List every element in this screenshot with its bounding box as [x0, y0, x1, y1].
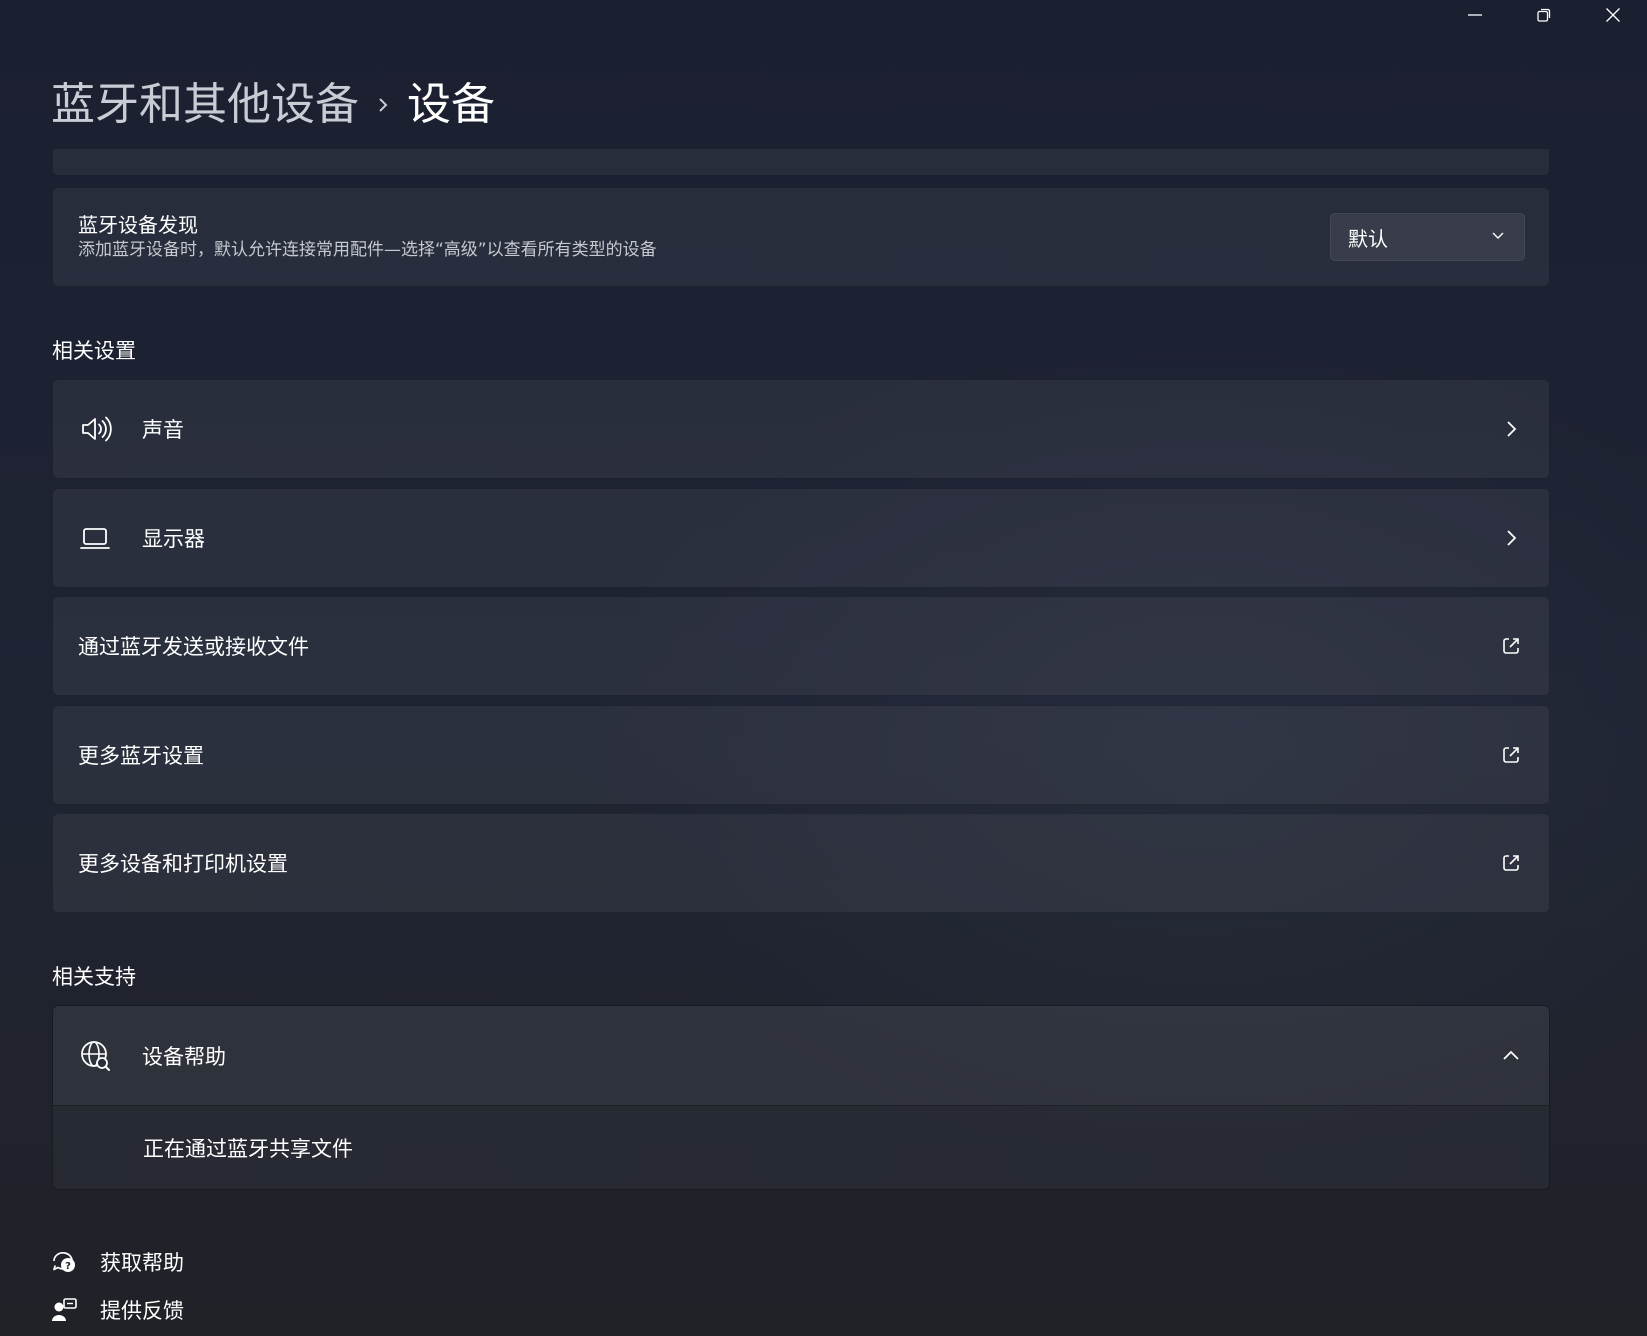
feedback-label: 提供反馈 — [100, 1299, 184, 1323]
devices-printers-settings-item[interactable]: 更多设备和打印机设置 — [52, 813, 1550, 913]
display-settings-item[interactable]: 显示器 — [52, 488, 1550, 588]
open-external-icon — [1497, 632, 1525, 660]
help-chat-icon: ? — [50, 1248, 78, 1276]
device-help-label: 设备帮助 — [142, 1044, 226, 1069]
help-link-bluetooth-sharing[interactable]: 正在通过蓝牙共享文件 — [143, 1133, 353, 1163]
settings-content[interactable]: 蓝牙设备发现 添加蓝牙设备时，默认允许连接常用配件—选择“高级”以查看所有类型的… — [52, 149, 1551, 1192]
more-bluetooth-settings-item[interactable]: 更多蓝牙设置 — [52, 705, 1550, 805]
open-external-icon — [1497, 741, 1525, 769]
bluetooth-file-transfer-label: 通过蓝牙发送或接收文件 — [78, 635, 309, 659]
sound-settings-item[interactable]: 声音 — [52, 379, 1550, 479]
laptop-icon — [78, 521, 112, 555]
restore-button[interactable] — [1509, 0, 1578, 34]
more-bluetooth-settings-label: 更多蓝牙设置 — [78, 744, 204, 768]
device-help-header[interactable]: 设备帮助 — [53, 1006, 1549, 1106]
devices-printers-settings-label: 更多设备和打印机设置 — [78, 852, 288, 876]
bluetooth-discovery-card: 蓝牙设备发现 添加蓝牙设备时，默认允许连接常用配件—选择“高级”以查看所有类型的… — [52, 187, 1550, 287]
sound-settings-label: 声音 — [142, 418, 184, 442]
page-title: 设备 — [407, 79, 495, 130]
chevron-down-icon — [1490, 227, 1506, 247]
bluetooth-discovery-description: 添加蓝牙设备时，默认允许连接常用配件—选择“高级”以查看所有类型的设备 — [78, 240, 657, 260]
partial-card-above — [52, 149, 1550, 176]
minimize-button[interactable] — [1440, 0, 1509, 34]
related-support-heading: 相关支持 — [52, 965, 136, 989]
close-icon — [1604, 6, 1622, 28]
bluetooth-file-transfer-item[interactable]: 通过蓝牙发送或接收文件 — [52, 596, 1550, 696]
get-help-label: 获取帮助 — [100, 1251, 184, 1275]
window-controls — [1440, 0, 1647, 34]
close-button[interactable] — [1578, 0, 1647, 34]
device-help-expander: 设备帮助 正在通过蓝牙共享文件 — [52, 1005, 1550, 1190]
svg-text:?: ? — [65, 1261, 71, 1272]
speaker-icon — [78, 412, 112, 446]
bluetooth-discovery-dropdown[interactable]: 默认 — [1330, 213, 1525, 261]
display-settings-label: 显示器 — [142, 527, 205, 551]
breadcrumb-parent[interactable]: 蓝牙和其他设备 — [51, 72, 359, 138]
device-help-content: 正在通过蓝牙共享文件 — [53, 1106, 1549, 1189]
chevron-up-icon — [1497, 1042, 1525, 1070]
feedback-icon — [50, 1296, 78, 1324]
chevron-right-icon — [359, 95, 407, 115]
minimize-icon — [1466, 6, 1484, 28]
related-settings-heading: 相关设置 — [52, 339, 136, 363]
chevron-right-icon — [1497, 415, 1525, 443]
get-help-link[interactable]: ? 获取帮助 — [50, 1238, 184, 1286]
footer-links: ? 获取帮助 提供反馈 — [50, 1238, 184, 1334]
globe-search-icon — [78, 1039, 112, 1073]
chevron-right-icon — [1497, 524, 1525, 552]
open-external-icon — [1497, 849, 1525, 877]
restore-icon — [1535, 6, 1553, 28]
dropdown-value: 默认 — [1348, 226, 1388, 251]
feedback-link[interactable]: 提供反馈 — [50, 1286, 184, 1334]
settings-window: 蓝牙和其他设备 设备 蓝牙设备发现 添加蓝牙设备时，默认允许连接常用配件—选择“… — [0, 0, 1647, 1336]
bluetooth-discovery-title: 蓝牙设备发现 — [78, 213, 198, 237]
breadcrumb: 蓝牙和其他设备 设备 — [51, 72, 495, 138]
bluetooth-discovery-text: 蓝牙设备发现 添加蓝牙设备时，默认允许连接常用配件—选择“高级”以查看所有类型的… — [78, 212, 1330, 262]
